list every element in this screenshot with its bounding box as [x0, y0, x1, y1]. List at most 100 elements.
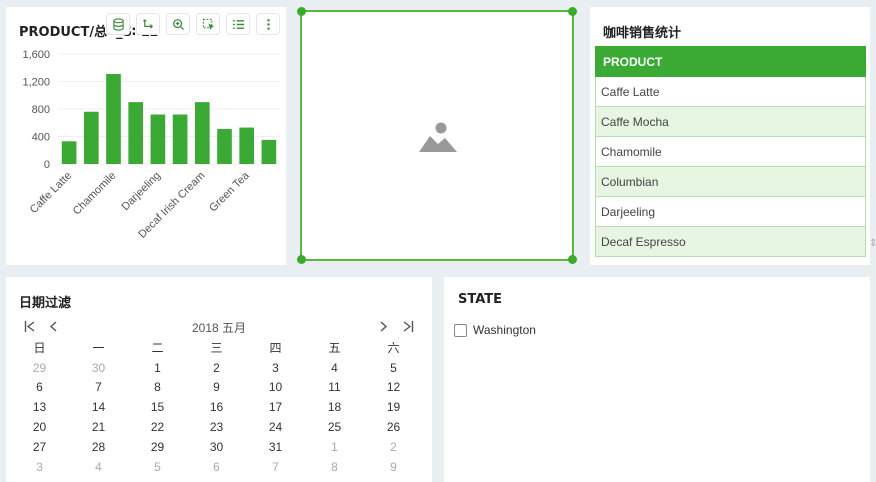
database-icon[interactable]	[106, 13, 130, 35]
scroll-handle-icon[interactable]: ⇕	[869, 238, 876, 249]
calendar-day[interactable]: 26	[364, 420, 423, 434]
calendar-day[interactable]: 17	[246, 400, 305, 414]
calendar-day[interactable]: 4	[69, 460, 128, 474]
calendar-day[interactable]: 21	[69, 420, 128, 434]
table-row[interactable]: Darjeeling	[595, 196, 866, 227]
bar[interactable]	[83, 111, 99, 164]
swap-icon[interactable]	[136, 13, 160, 35]
calendar-day[interactable]: 2	[187, 361, 246, 375]
calendar-day[interactable]: 5	[128, 460, 187, 474]
calendar-day[interactable]: 6	[187, 460, 246, 474]
more-icon[interactable]	[256, 13, 280, 35]
state-option-label: Washington	[473, 323, 536, 337]
select-icon[interactable]	[196, 13, 220, 35]
weekday-label: 日	[33, 341, 46, 356]
state-filter-title: STATE	[458, 292, 503, 307]
resize-handle-bottom-right[interactable]	[568, 255, 577, 264]
bar[interactable]	[194, 102, 210, 164]
last-year-icon[interactable]	[402, 321, 414, 332]
table-cell: Darjeeling	[595, 196, 866, 227]
resize-handle-top-left[interactable]	[297, 7, 306, 16]
calendar-day[interactable]: 1	[128, 361, 187, 375]
y-tick-label: 0	[44, 159, 50, 171]
calendar-day[interactable]: 10	[246, 380, 305, 394]
calendar-day[interactable]: 25	[305, 420, 364, 434]
bar[interactable]	[261, 139, 277, 164]
calendar-day[interactable]: 4	[305, 361, 364, 375]
calendar-day[interactable]: 24	[246, 420, 305, 434]
calendar-day[interactable]: 3	[246, 361, 305, 375]
weekday-label: 三	[210, 341, 223, 356]
x-tick-label: Green Tea	[207, 169, 252, 214]
calendar-day[interactable]: 15	[128, 400, 187, 414]
weekday-label: 五	[328, 341, 341, 356]
calendar-day[interactable]: 19	[364, 400, 423, 414]
table-cell: Decaf Espresso	[595, 226, 866, 257]
table-cell: Columbian	[595, 166, 866, 197]
calendar-day[interactable]: 31	[246, 440, 305, 454]
bar[interactable]	[239, 127, 255, 164]
calendar-week-row: 29 30 1 2 3 4 5	[10, 358, 428, 378]
calendar-day[interactable]: 3	[10, 460, 69, 474]
calendar-day[interactable]: 30	[69, 361, 128, 375]
image-panel[interactable]	[297, 7, 577, 264]
resize-handle-top-right[interactable]	[568, 7, 577, 16]
image-placeholder-icon	[419, 122, 457, 152]
table-cell: Caffe Latte	[595, 76, 866, 107]
next-month-icon[interactable]	[379, 321, 388, 332]
calendar-day[interactable]: 29	[10, 361, 69, 375]
calendar-day[interactable]: 29	[128, 440, 187, 454]
list-icon[interactable]	[226, 13, 250, 35]
calendar-day[interactable]: 28	[69, 440, 128, 454]
bar[interactable]	[128, 102, 144, 164]
bar[interactable]	[106, 73, 121, 164]
weekday-label: 四	[269, 341, 282, 356]
calendar-day[interactable]: 18	[305, 400, 364, 414]
table-row[interactable]: Columbian	[595, 166, 866, 197]
weekday-label: 六	[387, 341, 400, 356]
calendar-day[interactable]: 30	[187, 440, 246, 454]
chart-toolbar	[106, 13, 280, 35]
bar[interactable]	[217, 128, 232, 164]
calendar-day[interactable]: 2	[364, 440, 423, 454]
calendar-day[interactable]: 8	[128, 380, 187, 394]
calendar-day[interactable]: 12	[364, 380, 423, 394]
x-tick-label: Chamomile	[71, 170, 119, 218]
first-year-icon[interactable]	[24, 321, 36, 332]
table-row[interactable]: Caffe Mocha	[595, 106, 866, 137]
calendar-day[interactable]: 9	[364, 460, 423, 474]
table-row[interactable]: Decaf Espresso	[595, 226, 866, 257]
table-row[interactable]: Chamomile	[595, 136, 866, 167]
calendar-day[interactable]: 13	[10, 400, 69, 414]
product-table: PRODUCT Caffe Latte Caffe Mocha Chamomile C…	[595, 46, 866, 257]
calendar-day[interactable]: 7	[69, 380, 128, 394]
calendar-week-row: 3456789	[10, 457, 428, 477]
bar[interactable]	[172, 114, 188, 165]
zoom-icon[interactable]	[166, 13, 190, 35]
calendar-day[interactable]: 8	[305, 460, 364, 474]
table-row[interactable]: Caffe Latte	[595, 76, 866, 107]
weekday-label: 二	[151, 341, 164, 356]
calendar-week-row: 6 7 8 9 10 11 12	[10, 378, 428, 398]
table-header-product[interactable]: PRODUCT	[595, 46, 866, 77]
bar[interactable]	[61, 141, 77, 164]
calendar-day[interactable]: 6	[10, 380, 69, 394]
calendar-grid: 日一二三四五六 29 30 1 2 3 4 5 6 7 8 9 10 11 12 13 14 15 16 17 18 19…	[10, 338, 428, 477]
state-option[interactable]: Washington	[454, 323, 536, 337]
calendar-weekday-row: 日一二三四五六	[10, 338, 428, 358]
calendar-day[interactable]: 27	[10, 440, 69, 454]
calendar-day[interactable]: 14	[69, 400, 128, 414]
calendar-day[interactable]: 5	[364, 361, 423, 375]
calendar-day[interactable]: 20	[10, 420, 69, 434]
prev-month-icon[interactable]	[49, 321, 58, 332]
calendar-day[interactable]: 16	[187, 400, 246, 414]
state-checkbox[interactable]	[454, 323, 467, 337]
bar[interactable]	[150, 114, 166, 165]
calendar-day[interactable]: 1	[305, 440, 364, 454]
calendar-day[interactable]: 23	[187, 420, 246, 434]
calendar-day[interactable]: 9	[187, 380, 246, 394]
calendar-day[interactable]: 11	[305, 380, 364, 394]
calendar-day[interactable]: 22	[128, 420, 187, 434]
calendar-day[interactable]: 7	[246, 460, 305, 474]
resize-handle-bottom-left[interactable]	[297, 255, 306, 264]
